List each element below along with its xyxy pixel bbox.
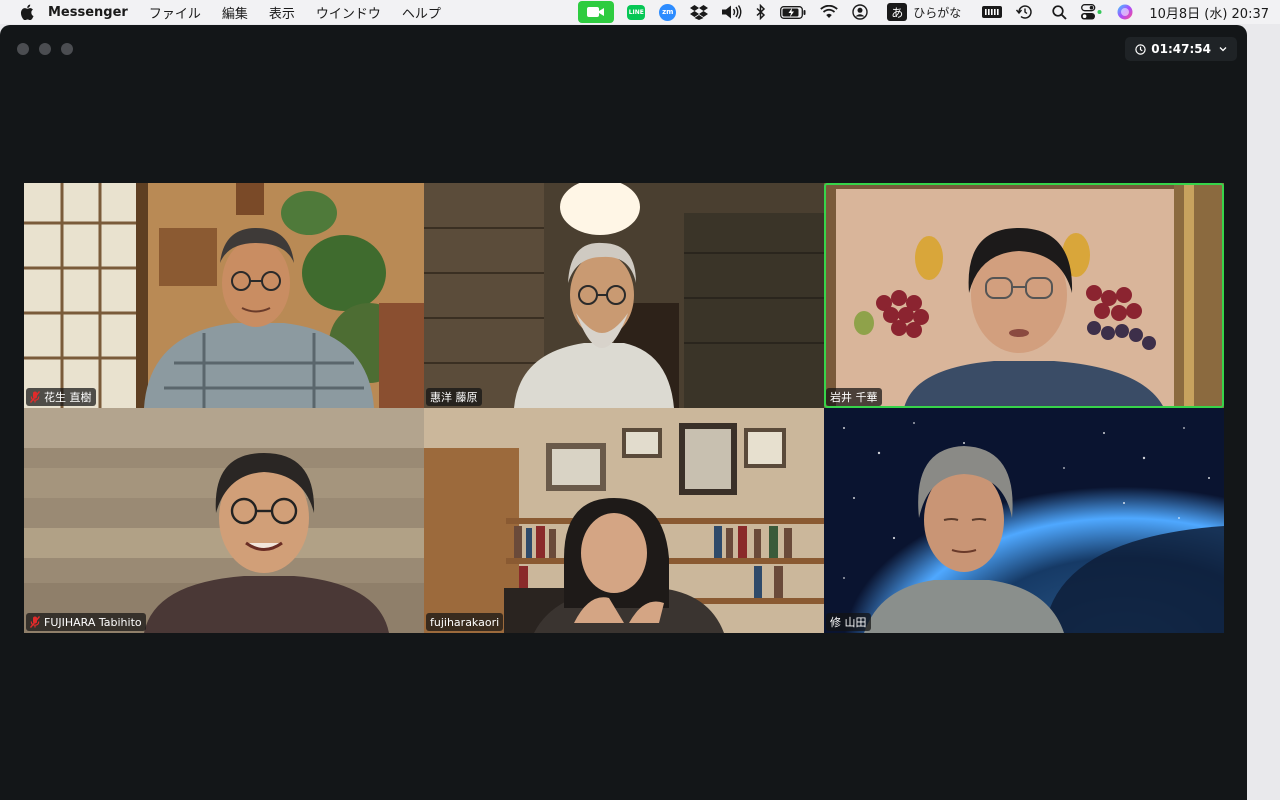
menu-file[interactable]: ファイル [149, 3, 201, 22]
zoom-icon[interactable]: zm [659, 0, 677, 24]
menu-view[interactable]: 表示 [269, 3, 295, 22]
participant-video [24, 183, 424, 408]
keyboard-icon[interactable] [982, 0, 1003, 24]
menu-bar: Messenger ファイル 編集 表示 ウインドウ ヘルプ LINE zm あ… [0, 0, 1280, 24]
time-machine-icon[interactable] [1016, 0, 1033, 24]
input-method-icon[interactable]: あ ひらがな [887, 0, 961, 24]
menu-help[interactable]: ヘルプ [402, 3, 441, 22]
wifi-icon[interactable] [820, 0, 839, 24]
muted-mic-icon [30, 391, 40, 403]
menubar-clock[interactable]: 10月8日 (水) 20:37 [1149, 3, 1269, 22]
battery-icon[interactable] [780, 0, 806, 24]
video-tile[interactable]: fujiharakaori [424, 408, 824, 633]
participant-name: 修 山田 [830, 616, 867, 629]
participant-video [424, 408, 824, 633]
dropbox-icon[interactable] [690, 0, 709, 24]
participant-video [24, 408, 424, 633]
menu-edit[interactable]: 編集 [222, 3, 248, 22]
participant-name: 岩井 千華 [830, 391, 878, 404]
window-controls [17, 43, 83, 55]
apple-icon[interactable] [20, 4, 34, 20]
participant-video [824, 408, 1224, 633]
user-account-icon[interactable] [852, 0, 868, 24]
line-label: LINE [627, 4, 646, 20]
participant-nameplate: FUJIHARA Tabihito [26, 613, 146, 631]
siri-icon[interactable] [1117, 0, 1133, 24]
menu-window[interactable]: ウインドウ [316, 3, 381, 22]
fullscreen-window-button[interactable] [61, 43, 73, 55]
meeting-timer[interactable]: 01:47:54 [1125, 37, 1237, 61]
video-tile-active-speaker[interactable]: 岩井 千華 [824, 183, 1224, 408]
chevron-down-icon [1219, 47, 1227, 52]
line-icon[interactable]: LINE [627, 0, 646, 24]
participant-name: 花生 直樹 [44, 391, 92, 404]
control-center-icon[interactable] [1081, 0, 1103, 24]
participant-name: fujiharakaori [430, 615, 500, 629]
clock-icon [1135, 43, 1146, 55]
participant-nameplate: 岩井 千華 [826, 388, 882, 406]
participant-name: 惠洋 藤原 [430, 391, 478, 404]
bluetooth-icon[interactable] [756, 0, 766, 24]
participant-video [424, 183, 824, 408]
video-tile[interactable]: 惠洋 藤原 [424, 183, 824, 408]
search-icon[interactable] [1052, 0, 1067, 24]
muted-mic-icon [30, 616, 40, 628]
video-tile[interactable]: FUJIHARA Tabihito [24, 408, 424, 633]
meeting-window: 01:47:54 花生 直樹 惠洋 藤原 岩井 千華 FUJIHARA Tabi… [0, 25, 1247, 800]
video-gallery: 花生 直樹 惠洋 藤原 岩井 千華 FUJIHARA Tabihito fuji… [24, 183, 1224, 633]
participant-nameplate: fujiharakaori [426, 613, 504, 631]
elapsed-time: 01:47:54 [1151, 42, 1211, 56]
ime-glyph: あ [887, 3, 908, 21]
participant-video [824, 183, 1224, 408]
close-window-button[interactable] [17, 43, 29, 55]
volume-icon[interactable] [722, 0, 742, 24]
participant-name: FUJIHARA Tabihito [44, 615, 142, 629]
participant-nameplate: 修 山田 [826, 613, 871, 631]
participant-nameplate: 惠洋 藤原 [426, 388, 482, 406]
participant-nameplate: 花生 直樹 [26, 388, 96, 406]
minimize-window-button[interactable] [39, 43, 51, 55]
zoom-camera-icon[interactable] [578, 1, 615, 23]
zoom-label: zm [659, 3, 677, 21]
ime-label: ひらがな [913, 5, 962, 20]
video-tile[interactable]: 修 山田 [824, 408, 1224, 633]
video-tile[interactable]: 花生 直樹 [24, 183, 424, 408]
app-name-menu[interactable]: Messenger [48, 5, 128, 20]
